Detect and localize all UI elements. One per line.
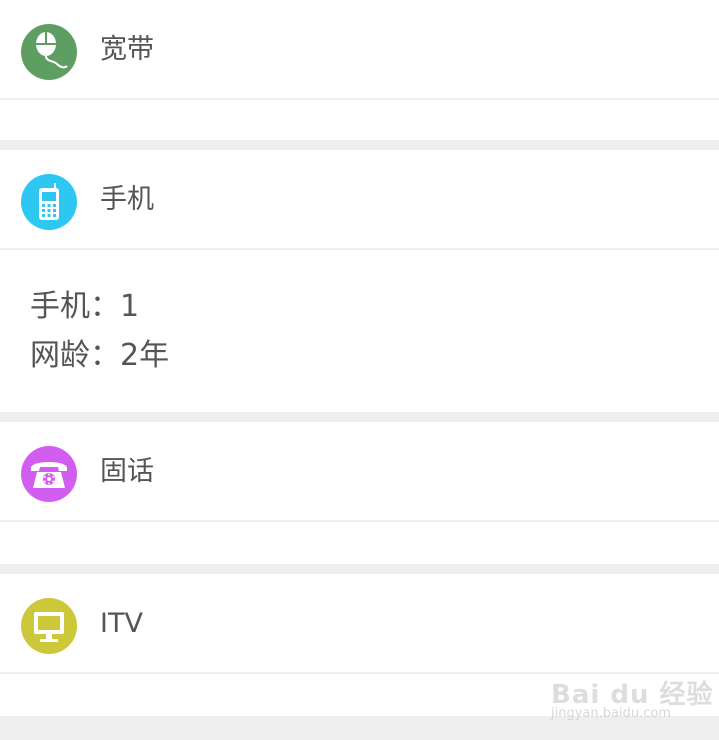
mobile-card: 手机 手机：1 网龄：2年: [0, 150, 719, 412]
mouse-icon: [21, 24, 77, 80]
landline-card: 固话: [0, 422, 719, 564]
itv-title: ITV: [100, 608, 143, 639]
itv-header[interactable]: ITV: [0, 574, 719, 674]
mobile-header[interactable]: 手机: [0, 150, 719, 250]
mobile-title: 手机: [100, 184, 154, 215]
telephone-icon: [21, 446, 77, 502]
landline-header[interactable]: 固话: [0, 422, 719, 522]
watermark-url-text: jingyan.baidu.com: [551, 706, 671, 721]
mobile-phone-icon: [21, 174, 77, 230]
tv-monitor-icon: [21, 598, 77, 654]
network-age-text: 网龄：2年: [30, 338, 170, 373]
broadband-card: 宽带: [0, 0, 719, 140]
broadband-header[interactable]: 宽带: [0, 0, 719, 100]
baidu-jingyan-watermark: Bai du 经验 jingyan.baidu.com: [539, 660, 713, 726]
mobile-count-text: 手机：1: [30, 289, 140, 324]
landline-title: 固话: [100, 456, 154, 487]
broadband-title: 宽带: [100, 34, 154, 65]
